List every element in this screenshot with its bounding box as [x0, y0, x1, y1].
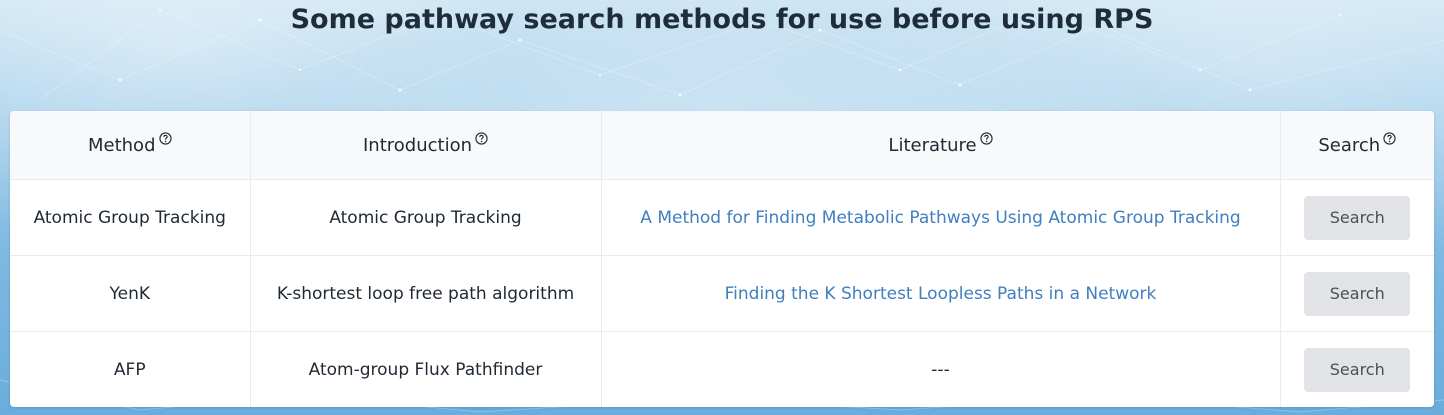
header-introduction: Introduction — [250, 111, 602, 180]
cell-introduction: K-shortest loop free path algorithm — [250, 255, 602, 332]
question-circle-icon[interactable] — [475, 131, 488, 145]
question-circle-icon[interactable] — [979, 131, 993, 145]
cell-introduction: Atom-group Flux Pathfinder — [250, 331, 602, 407]
literature-link[interactable]: A Method for Finding Metabolic Pathways … — [640, 208, 1240, 228]
method-name: AFP — [113, 359, 146, 380]
cell-method: AFP — [10, 331, 251, 407]
cell-literature: Finding the K Shortest Loopless Paths in… — [601, 255, 1281, 332]
table-row: YenK K-shortest loop free path algorithm… — [10, 255, 1434, 332]
method-name: YenK — [109, 283, 150, 304]
methods-table: Method Introduction Literature Search At… — [10, 111, 1434, 407]
literature-text: --- — [931, 359, 950, 380]
methods-table-card: Method Introduction Literature Search At… — [10, 111, 1434, 407]
literature-link[interactable]: Finding the K Shortest Loopless Paths in… — [725, 284, 1157, 304]
search-button[interactable]: Search — [1304, 195, 1411, 240]
cell-search: Search — [1280, 332, 1434, 408]
cell-introduction: Atomic Group Tracking — [250, 179, 602, 256]
header-search: Search — [1280, 111, 1434, 180]
cell-search: Search — [1280, 255, 1434, 332]
method-name: Atomic Group Tracking — [33, 207, 226, 228]
cell-method: Atomic Group Tracking — [10, 179, 251, 256]
search-button[interactable]: Search — [1304, 271, 1411, 316]
method-introduction: Atomic Group Tracking — [329, 207, 522, 228]
search-button[interactable]: Search — [1304, 347, 1411, 392]
table-row: AFP Atom-group Flux Pathfinder --- Searc… — [10, 331, 1434, 408]
header-literature-label: Literature — [888, 134, 977, 156]
method-introduction: Atom-group Flux Pathfinder — [308, 359, 543, 380]
cell-search: Search — [1280, 179, 1434, 256]
question-circle-icon[interactable] — [1383, 131, 1396, 145]
header-literature: Literature — [601, 111, 1281, 180]
question-circle-icon[interactable] — [158, 131, 172, 145]
header-introduction-label: Introduction — [362, 134, 472, 156]
cell-literature: A Method for Finding Metabolic Pathways … — [601, 179, 1281, 256]
cell-literature: --- — [601, 331, 1281, 407]
table-header-row: Method Introduction Literature Search — [10, 111, 1434, 180]
page-title: Some pathway search methods for use befo… — [290, 4, 1154, 35]
header-method-label: Method — [87, 134, 156, 156]
header-search-label: Search — [1318, 134, 1381, 156]
table-row: Atomic Group Tracking Atomic Group Track… — [10, 179, 1434, 256]
method-introduction: K-shortest loop free path algorithm — [276, 283, 575, 304]
cell-method: YenK — [10, 255, 251, 332]
header-method: Method — [10, 111, 251, 180]
